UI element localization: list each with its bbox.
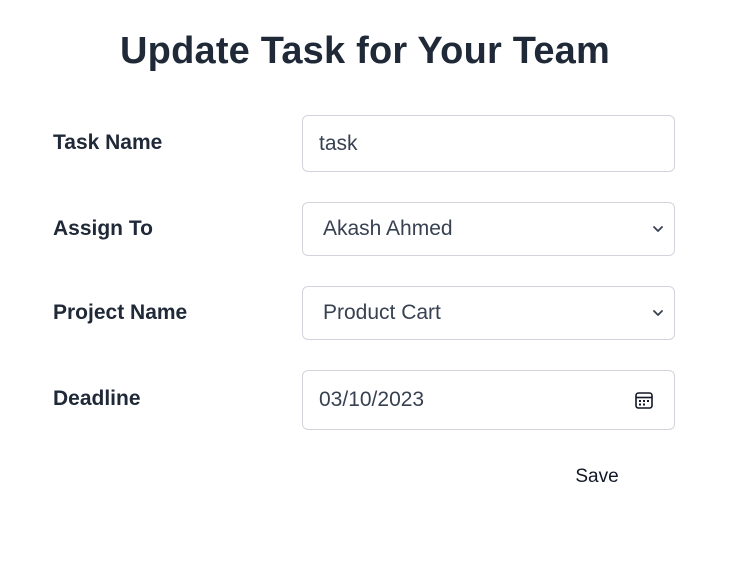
deadline-value: 03/10/2023	[319, 388, 425, 411]
chevron-down-icon	[653, 310, 663, 316]
calendar-icon[interactable]	[634, 390, 654, 410]
chevron-down-icon	[653, 226, 663, 232]
task-name-row: Task Name task	[53, 115, 677, 172]
task-name-value: task	[319, 131, 358, 155]
deadline-row: Deadline 03/10/2023	[53, 370, 677, 430]
project-name-label: Project Name	[53, 301, 188, 324]
assign-to-select[interactable]: Akash Ahmed	[302, 202, 675, 256]
assign-to-label: Assign To	[53, 217, 153, 240]
update-task-page: Update Task for Your Team Task Name task…	[0, 0, 745, 580]
save-button[interactable]: Save	[560, 462, 634, 492]
task-name-label: Task Name	[53, 131, 163, 154]
project-name-row: Project Name Product Cart	[53, 286, 677, 340]
assign-to-row: Assign To Akash Ahmed	[53, 202, 677, 256]
assign-to-value: Akash Ahmed	[323, 217, 453, 240]
deadline-date-input[interactable]: 03/10/2023	[302, 370, 675, 430]
deadline-label: Deadline	[53, 387, 141, 410]
page-title: Update Task for Your Team	[120, 30, 610, 72]
project-name-select[interactable]: Product Cart	[302, 286, 675, 340]
project-name-value: Product Cart	[323, 301, 441, 324]
task-name-input[interactable]: task	[302, 115, 675, 172]
